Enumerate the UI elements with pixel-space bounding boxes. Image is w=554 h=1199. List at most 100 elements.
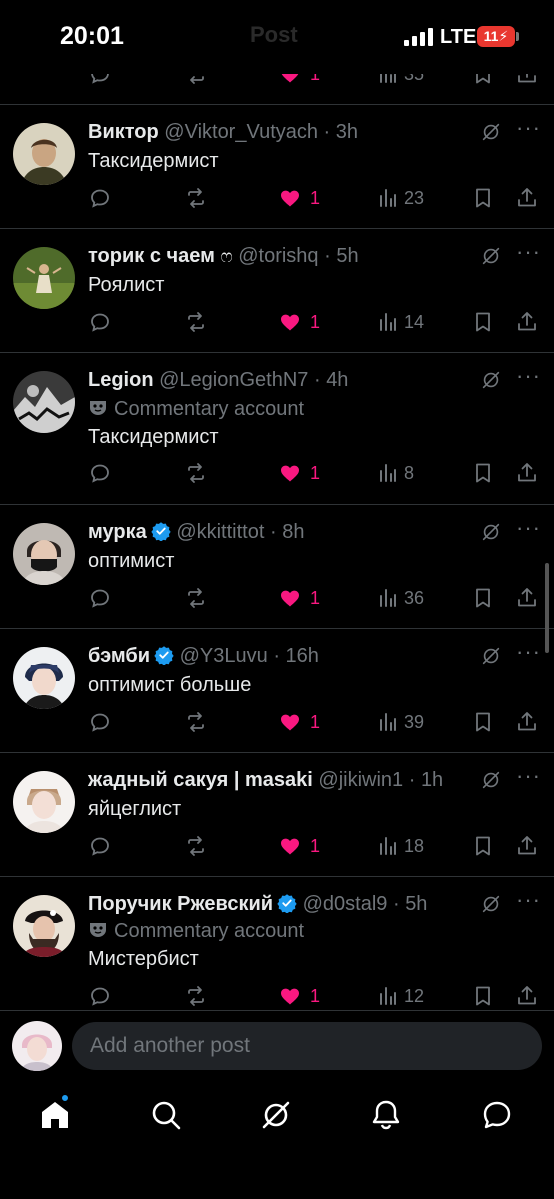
grok-icon[interactable] [480,645,502,667]
verified-badge-icon [277,894,297,913]
more-icon[interactable]: ··· [516,363,541,389]
user-handle[interactable]: @kkittittot [176,521,264,543]
user-handle[interactable]: @Viktor_Vutyach [164,121,318,143]
avatar[interactable] [13,647,75,709]
grok-icon[interactable] [480,521,502,543]
repost-icon[interactable] [184,461,208,487]
grok-icon[interactable] [480,893,502,915]
repost-icon[interactable] [184,834,208,860]
mask-icon [88,921,108,939]
share-icon[interactable] [515,186,539,212]
views-icon[interactable] [376,984,400,1010]
heart-icon[interactable] [278,310,302,336]
post-time: 5h [405,893,428,915]
views-icon[interactable] [376,586,400,612]
search-icon[interactable] [149,1098,183,1132]
post-item[interactable]: торик с чаем ෆ @torishq · 5h ··· Роялист… [0,229,554,353]
share-icon[interactable] [515,461,539,487]
views-icon[interactable] [376,186,400,212]
bookmark-icon[interactable] [471,461,495,487]
bookmark-icon[interactable] [471,310,495,336]
avatar[interactable] [13,771,75,833]
avatar[interactable] [12,1021,62,1071]
share-icon[interactable] [515,984,539,1010]
views-icon[interactable] [376,710,400,736]
grok-icon[interactable] [480,121,502,143]
more-icon[interactable]: ··· [516,887,541,913]
heart-icon[interactable] [278,834,302,860]
user-handle[interactable]: @LegionGethN7 [159,369,308,391]
bookmark-icon[interactable] [471,834,495,860]
display-name[interactable]: торик с чаем [88,245,215,267]
repost-icon[interactable] [184,186,208,212]
repost-icon[interactable] [184,984,208,1010]
more-icon[interactable]: ··· [516,115,541,141]
post-item[interactable]: Поручик Ржевский @d0stal9 · 5h ··· Comme… [0,877,554,1010]
add-post-input[interactable] [72,1022,542,1070]
views-icon[interactable] [376,834,400,860]
bell-icon[interactable] [369,1098,403,1132]
repost-icon[interactable] [184,710,208,736]
repost-icon[interactable] [184,310,208,336]
avatar[interactable] [13,123,75,185]
bookmark-icon[interactable] [471,984,495,1010]
more-icon[interactable]: ··· [516,763,541,789]
commentary-tag: Commentary account [88,919,304,943]
user-handle[interactable]: @jikiwin1 [318,769,403,791]
scrollbar[interactable] [545,563,549,653]
share-icon[interactable] [515,310,539,336]
display-name[interactable]: Legion [88,369,154,391]
display-name[interactable]: Виктор [88,121,159,143]
repost-icon[interactable] [184,586,208,612]
grok-icon[interactable] [480,369,502,391]
post-item[interactable]: жадный сакуя | masaki @jikiwin1 · 1h ···… [0,753,554,877]
avatar[interactable] [13,247,75,309]
home-icon[interactable] [38,1098,72,1132]
reply-icon[interactable] [88,834,112,860]
share-icon[interactable] [515,710,539,736]
grok-icon[interactable] [480,769,502,791]
bookmark-icon[interactable] [471,710,495,736]
display-name[interactable]: Поручик Ржевский [88,893,273,915]
avatar[interactable] [13,371,75,433]
bookmark-icon[interactable] [471,586,495,612]
views-icon[interactable] [376,310,400,336]
grok-icon[interactable] [480,245,502,267]
display-name[interactable]: бэмби [88,645,150,667]
views-icon[interactable] [376,461,400,487]
more-icon[interactable]: ··· [516,239,541,265]
heart-icon[interactable] [278,186,302,212]
reply-icon[interactable] [88,310,112,336]
reply-icon[interactable] [88,984,112,1010]
reply-icon[interactable] [88,586,112,612]
bookmark-icon[interactable] [471,186,495,212]
reply-icon[interactable] [88,710,112,736]
user-handle[interactable]: @torishq [238,245,318,267]
grok-icon[interactable] [259,1098,293,1132]
share-icon[interactable] [515,834,539,860]
more-icon[interactable]: ··· [516,639,541,665]
avatar[interactable] [13,895,75,957]
heart-icon[interactable] [278,586,302,612]
post-item[interactable]: Виктор @Viktor_Vutyach · 3h ··· Таксидер… [0,105,554,229]
more-icon[interactable]: ··· [516,515,541,541]
user-handle[interactable]: @Y3Luvu [180,645,268,667]
action-row: 1 36 [0,586,554,612]
reply-icon[interactable] [88,186,112,212]
share-icon[interactable] [515,586,539,612]
reply-icon[interactable] [88,461,112,487]
post-item[interactable]: мурка @kkittittot · 8h ··· оптимист 1 36 [0,505,554,629]
post-header: Виктор @Viktor_Vutyach · 3h [88,121,359,143]
display-name[interactable]: жадный сакуя | masaki [88,769,313,791]
action-row: 1 39 [0,710,554,736]
user-handle[interactable]: @d0stal9 [303,893,388,915]
heart-icon[interactable] [278,461,302,487]
avatar[interactable] [13,523,75,585]
display-name[interactable]: мурка [88,521,147,543]
heart-icon[interactable] [278,984,302,1010]
messages-icon[interactable] [480,1098,514,1132]
post-text: оптимист [88,550,175,572]
post-item[interactable]: бэмби @Y3Luvu · 16h ··· оптимист больше … [0,629,554,753]
heart-icon[interactable] [278,710,302,736]
post-item[interactable]: Legion @LegionGethN7 · 4h ··· Commentary… [0,353,554,505]
